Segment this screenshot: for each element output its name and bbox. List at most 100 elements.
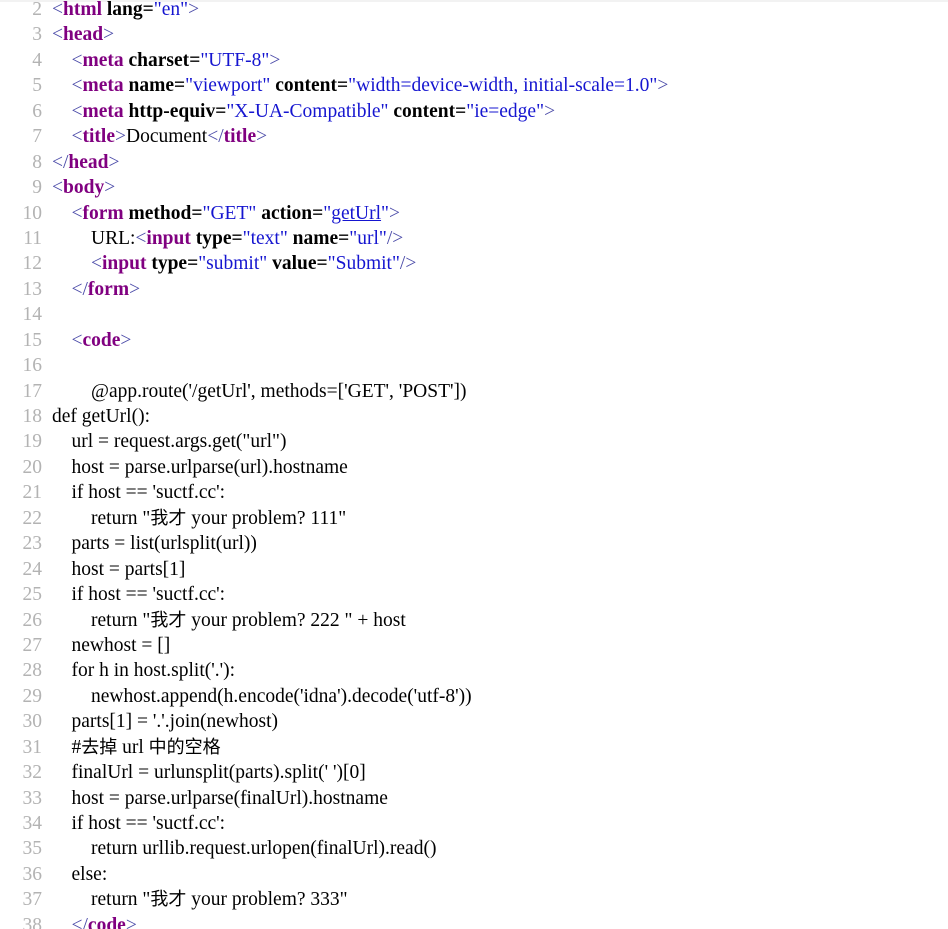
line-content: return "我才 your problem? 111" <box>42 508 346 529</box>
code-token: > <box>120 329 132 351</box>
line-content: <input type="submit" value="Submit"/> <box>42 253 416 274</box>
code-token: input <box>102 253 147 275</box>
line-content: if host == 'suctf.cc': <box>42 584 226 606</box>
code-line: 17 @app.route('/getUrl', methods=['GET',… <box>0 379 948 404</box>
line-number: 4 <box>32 49 42 71</box>
code-line: 29 newhost.append(h.encode('idna').decod… <box>0 684 948 709</box>
line-number: 38 <box>22 914 43 929</box>
line-content: newhost = [] <box>42 634 171 656</box>
code-token: content <box>393 100 456 122</box>
code-token: form <box>87 278 130 300</box>
code-token: type <box>151 253 188 275</box>
code-token: return urllib.request.urlopen(finalUrl).… <box>52 838 437 860</box>
code-token: "UTF-8" <box>200 49 270 71</box>
line-number: 28 <box>22 660 43 682</box>
line-number: 22 <box>22 507 43 529</box>
line-content: </form> <box>42 278 141 300</box>
line-number: 10 <box>22 202 43 224</box>
code-token: newhost = [] <box>52 634 171 656</box>
code-token: html <box>63 0 102 20</box>
code-token: URL: <box>52 227 136 249</box>
line-number: 16 <box>22 355 43 377</box>
line-number: 25 <box>22 584 43 606</box>
line-number: 18 <box>22 406 43 427</box>
line-number: 11 <box>23 227 42 249</box>
code-token: url = request.args.get("url") <box>52 431 287 453</box>
source-code-listing[interactable]: 2 <html lang="en"> 3 <head> 4 <meta charset=… <box>0 0 948 929</box>
line-content: if host == 'suctf.cc': <box>42 813 226 834</box>
code-line: 3 <head> <box>0 22 948 47</box>
code-line: 27 newhost = [] <box>0 633 948 658</box>
code-token: "viewport" <box>185 75 271 97</box>
code-line: 36 else: <box>0 862 948 887</box>
line-content: <head> <box>42 24 114 45</box>
code-token: </ <box>71 914 88 929</box>
line-number: 6 <box>32 100 42 122</box>
code-line: 5 <meta name="viewport" content="width=d… <box>0 73 948 98</box>
code-token: value <box>272 253 317 275</box>
code-token: > <box>125 914 137 929</box>
code-token: meta <box>82 49 124 71</box>
code-token: meta <box>82 100 124 122</box>
code-token: = <box>312 202 324 224</box>
code-token: head <box>68 151 109 173</box>
line-content: return "我才 your problem? 222 " + host <box>42 610 406 631</box>
view-source-page: 2 <html lang="en"> 3 <head> 4 <meta charset=… <box>0 0 948 929</box>
code-token: body <box>63 177 105 199</box>
code-token: > <box>103 24 115 46</box>
code-line: 25 if host == 'suctf.cc': <box>0 582 948 607</box>
source-link[interactable]: getUrl <box>331 203 381 224</box>
code-token: url <box>117 736 149 758</box>
code-token: your problem? 111" <box>186 507 347 529</box>
code-token: > <box>389 202 401 224</box>
line-content: #去掉 url 中的空格 <box>42 737 221 758</box>
line-number: 24 <box>22 558 43 580</box>
code-token: = <box>337 75 349 97</box>
line-number: 29 <box>22 685 43 707</box>
code-token: if host == 'suctf.cc': <box>52 482 226 504</box>
code-token: @app.route('/getUrl', methods=['GET', 'P… <box>52 380 467 402</box>
line-content: <code> <box>42 329 132 351</box>
code-token: form <box>82 202 124 224</box>
code-token: Document <box>125 126 208 148</box>
line-number: 27 <box>22 634 43 656</box>
code-token: def getUrl(): <box>52 406 150 427</box>
code-token: lang <box>106 0 143 20</box>
code-token: 我才 <box>150 507 187 529</box>
code-token: action <box>261 202 313 224</box>
line-content: url = request.args.get("url") <box>42 431 287 452</box>
code-token: </ <box>207 126 224 148</box>
code-token: "submit" <box>198 253 268 275</box>
line-content: parts = list(urlsplit(url)) <box>42 533 257 554</box>
line-content: <meta name="viewport" content="width=dev… <box>42 75 669 97</box>
code-token: name <box>292 227 339 249</box>
code-line: 31 #去掉 url 中的空格 <box>0 735 948 760</box>
code-token: input <box>146 227 191 249</box>
code-token: < <box>71 49 83 71</box>
code-line: 8 </head> <box>0 150 948 175</box>
code-line: 13 </form> <box>0 277 948 302</box>
code-token: for h in host.split('.'): <box>52 660 236 682</box>
code-token: title <box>223 126 257 148</box>
code-line: 18 def getUrl(): <box>0 404 948 429</box>
code-token: if host == 'suctf.cc': <box>52 584 226 606</box>
code-line: 34 if host == 'suctf.cc': <box>0 811 948 836</box>
line-content: else: <box>42 864 108 885</box>
code-line: 21 if host == 'suctf.cc': <box>0 480 948 505</box>
code-token: "GET" <box>202 202 257 224</box>
code-token: # <box>52 736 82 758</box>
code-token: > <box>108 151 120 173</box>
code-token: "text" <box>242 227 288 249</box>
code-token: "Submit" <box>327 253 400 275</box>
code-line: 24 host = parts[1] <box>0 557 948 582</box>
code-line: 19 url = request.args.get("url") <box>0 429 948 454</box>
line-content: finalUrl = urlunsplit(parts).split(' ')[… <box>42 762 366 783</box>
code-token: "width=device-width, initial-scale=1.0" <box>348 75 658 97</box>
line-content: <meta http-equiv="X-UA-Compatible" conte… <box>42 100 556 122</box>
code-token: > <box>104 177 116 199</box>
code-token: < <box>71 100 83 122</box>
